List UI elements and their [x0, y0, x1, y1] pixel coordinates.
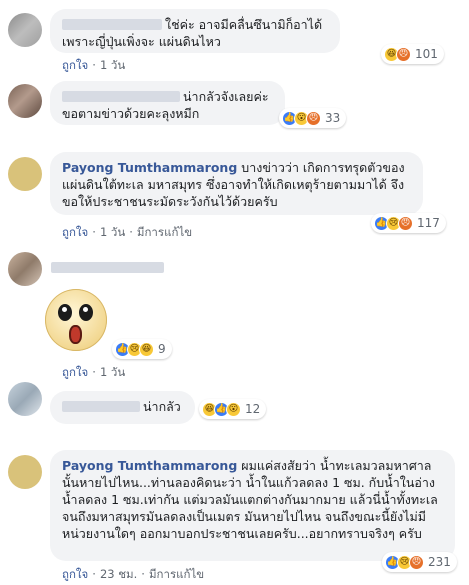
reaction-summary[interactable]: 👍 😢 😠 117 [371, 213, 446, 233]
avatar[interactable] [8, 252, 42, 286]
reaction-count: 117 [417, 216, 440, 230]
blurred-author-name[interactable] [62, 401, 140, 412]
comment-author[interactable]: Payong Tumthammarong [62, 160, 237, 175]
avatar[interactable] [8, 382, 42, 416]
reaction-summary[interactable]: 👍 😢 😆 9 [112, 339, 172, 359]
timestamp[interactable]: 1 วัน [100, 58, 125, 72]
angry-icon: 😠 [396, 46, 411, 62]
like-link[interactable]: ถูกใจ [62, 567, 88, 581]
angry-icon: 😠 [409, 554, 424, 570]
like-link[interactable]: ถูกใจ [62, 225, 88, 239]
comment-meta: ถูกใจ · 23 ชม. · มีการแก้ไข [62, 567, 205, 581]
comment-bubble: ใช่ค่ะ อาจมีคลื่นซึนามิก็อาได้ เพราะญี่ป… [50, 9, 340, 53]
edited-label[interactable]: มีการแก้ไข [149, 567, 204, 581]
reaction-summary[interactable]: 😆 👍 😮 12 [199, 399, 267, 419]
reaction-count: 231 [428, 555, 451, 569]
avatar[interactable] [8, 455, 42, 489]
blurred-author-name[interactable] [62, 91, 180, 102]
timestamp[interactable]: 1 วัน [100, 225, 125, 239]
reaction-summary[interactable]: 👍 😢 😠 231 [382, 552, 457, 572]
wow-icon: 😮 [226, 401, 241, 417]
comment-bubble: น่ากลัว [50, 391, 195, 424]
reaction-count: 33 [325, 111, 341, 125]
reaction-count: 9 [158, 342, 166, 356]
blurred-author-name[interactable] [51, 262, 164, 273]
reaction-summary[interactable]: 👍 😮 😠 33 [279, 108, 347, 128]
like-link[interactable]: ถูกใจ [62, 365, 88, 379]
comment-meta: ถูกใจ · 1 วัน [62, 365, 126, 379]
timestamp[interactable]: 23 ชม. [100, 567, 137, 581]
comment-meta: ถูกใจ · 1 วัน · มีการแก้ไข [62, 225, 193, 239]
edited-label[interactable]: มีการแก้ไข [137, 225, 192, 239]
reaction-count: 12 [245, 402, 261, 416]
timestamp[interactable]: 1 วัน [100, 365, 125, 379]
angry-icon: 😠 [306, 110, 321, 126]
avatar[interactable] [8, 13, 42, 47]
comment-bubble: Payong Tumthammarong บางข่าวว่า เกิดการทร… [50, 152, 423, 215]
comment-meta: ถูกใจ · 1 วัน [62, 58, 126, 72]
avatar[interactable] [8, 157, 42, 191]
like-link[interactable]: ถูกใจ [62, 58, 88, 72]
reaction-summary[interactable]: 😆 😠 101 [381, 44, 444, 64]
reaction-count: 101 [415, 47, 438, 61]
comment-bubble: Payong Tumthammarong ผมแค่สงสัยว่า น้ำทะเ… [50, 450, 455, 561]
shocked-face-sticker [45, 289, 107, 351]
avatar[interactable] [8, 84, 42, 118]
comment-text: น่ากลัว [143, 399, 181, 414]
angry-icon: 😠 [398, 215, 413, 231]
comment-author[interactable]: Payong Tumthammarong [62, 458, 237, 473]
comment-bubble: น่ากลัวจังเลยค่ะ ขอตามข่าวด้วยคะลุงหมีก [50, 81, 285, 125]
blurred-author-name[interactable] [62, 19, 162, 30]
haha-icon: 😆 [139, 341, 154, 357]
